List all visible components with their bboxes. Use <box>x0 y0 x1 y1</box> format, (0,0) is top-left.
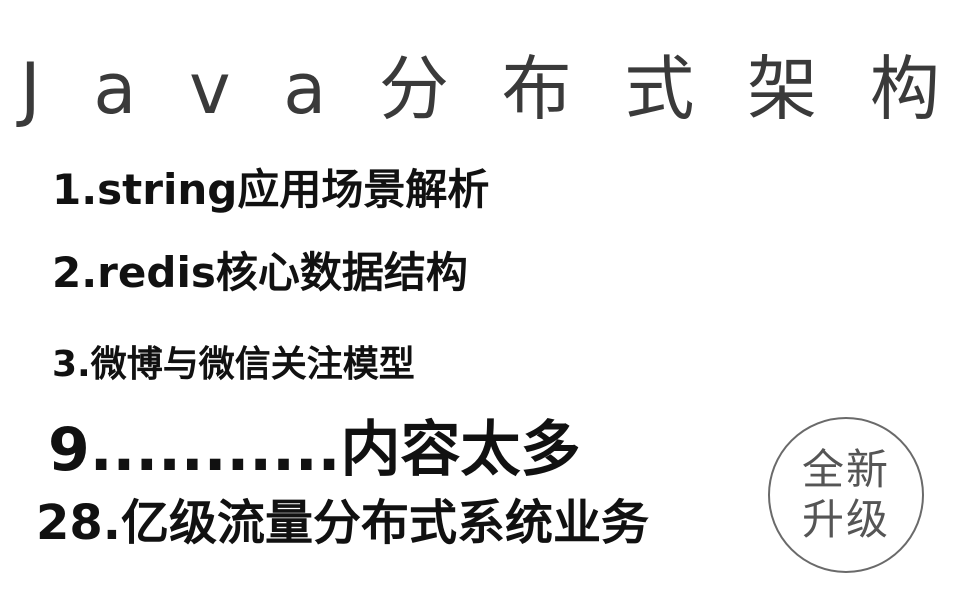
title-char: 分 <box>378 48 449 130</box>
title-char: 构 <box>869 48 940 130</box>
topic-line-28: 28.亿级流量分布式系统业务 <box>36 495 650 551</box>
title-char: 布 <box>501 48 572 130</box>
title-char: a <box>283 48 327 130</box>
topic-line-9: 9...........内容太多 <box>48 415 581 485</box>
title-char: J <box>20 48 41 130</box>
badge-text-bottom: 升级 <box>801 495 890 544</box>
title-char: a <box>93 48 137 130</box>
title-char: v <box>189 48 231 130</box>
topic-line-2: 2.redis核心数据结构 <box>52 248 468 297</box>
topic-line-1: 1.string应用场景解析 <box>52 165 490 214</box>
badge-text-top: 全新 <box>801 445 890 494</box>
page-title: J a v a 分 布 式 架 构 <box>20 44 940 134</box>
title-char: 架 <box>747 48 818 130</box>
title-char: 式 <box>624 48 695 130</box>
upgrade-badge: 全新 升级 <box>768 417 924 573</box>
topic-line-3: 3.微博与微信关注模型 <box>52 344 415 385</box>
